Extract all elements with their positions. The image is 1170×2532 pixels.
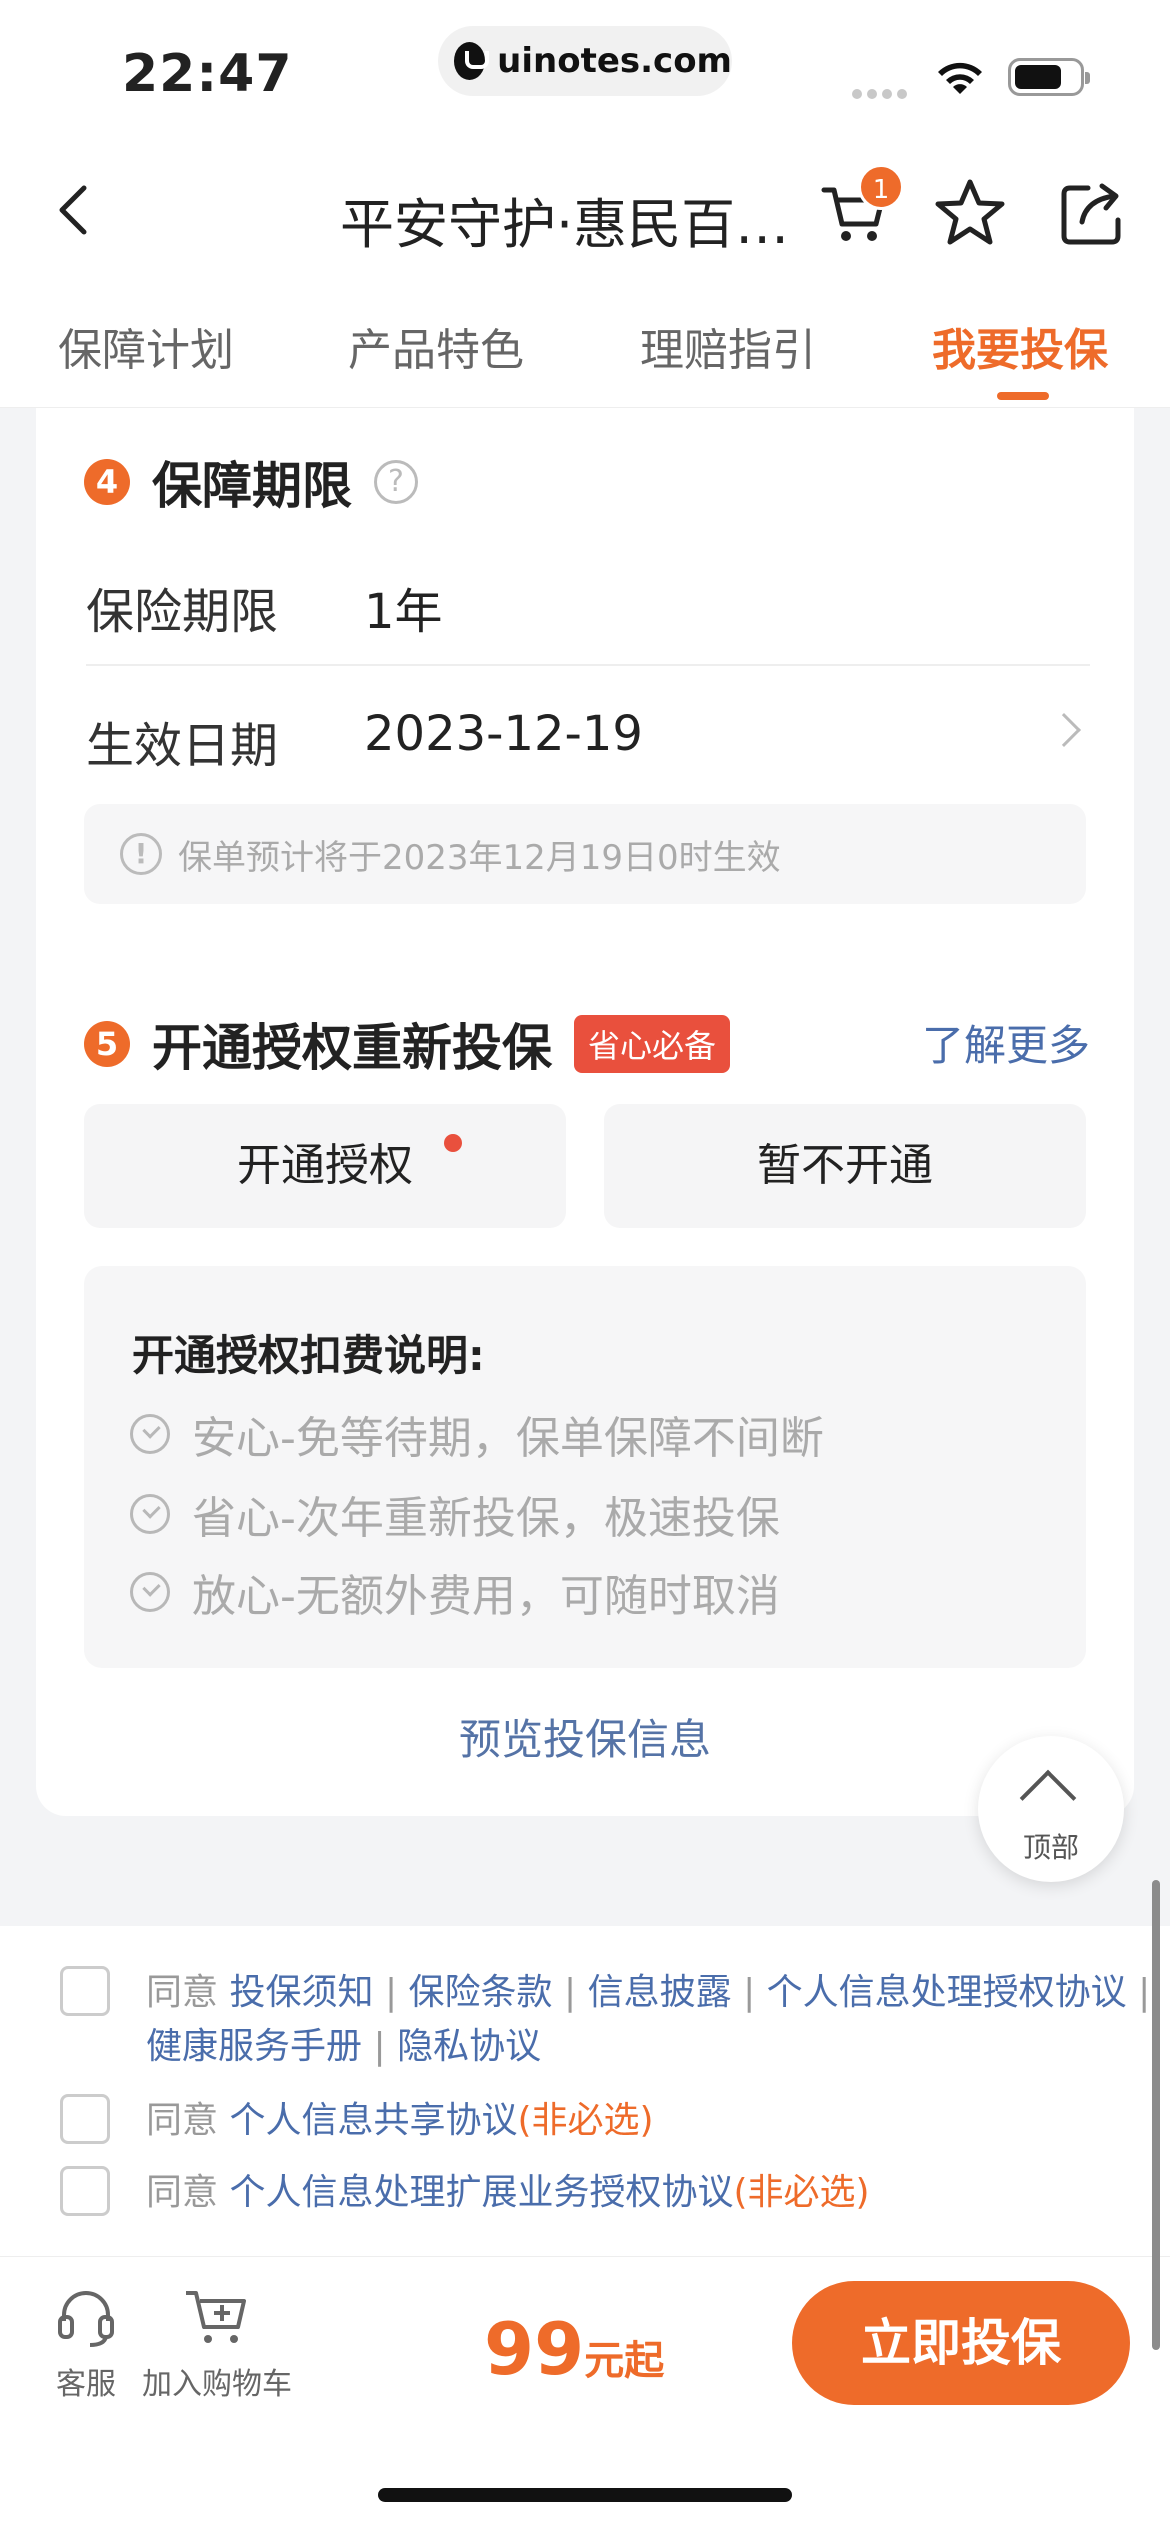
cart-count-badge: 1 bbox=[858, 164, 904, 210]
term-row: 保险期限 1年 bbox=[86, 536, 1090, 668]
notice-text: 保单预计将于2023年12月19日0时生效 bbox=[178, 837, 781, 878]
date-value: 2023-12-19 bbox=[364, 706, 643, 762]
enable-auth-label: 开通授权 bbox=[237, 1140, 413, 1191]
tab-features[interactable]: 产品特色 bbox=[348, 314, 524, 378]
agreement-row-extended: 同意 个人信息处理扩展业务授权协议(非必选) bbox=[60, 2166, 870, 2220]
share-agree-checkbox[interactable] bbox=[60, 2094, 110, 2144]
link-notice[interactable]: 投保须知 bbox=[229, 1972, 373, 2013]
date-label: 生效日期 bbox=[86, 718, 279, 774]
explanation-item: 放心-无额外费用，可随时取消 bbox=[130, 1560, 780, 1624]
tab-coverage-plan[interactable]: 保障计划 bbox=[58, 314, 234, 378]
active-tab-indicator bbox=[997, 392, 1049, 400]
extended-agree-checkbox[interactable] bbox=[60, 2166, 110, 2216]
help-icon[interactable]: ? bbox=[374, 460, 418, 504]
divider bbox=[86, 664, 1090, 666]
section-4-header: 4 保障期限 ? bbox=[84, 446, 418, 518]
section-title: 保障期限 bbox=[152, 457, 352, 515]
section-number: 5 bbox=[84, 1021, 130, 1067]
tab-apply[interactable]: 我要投保 bbox=[932, 314, 1108, 378]
explanation-title: 开通授权扣费说明: bbox=[132, 1331, 485, 1380]
link-privacy-policy[interactable]: 隐私协议 bbox=[397, 2026, 541, 2067]
link-health-manual[interactable]: 健康服务手册 bbox=[146, 2026, 362, 2067]
price-value: 99 bbox=[484, 2307, 585, 2391]
term-value: 1年 bbox=[364, 584, 443, 640]
check-circle-icon bbox=[130, 1414, 170, 1454]
back-to-top-button[interactable]: 顶部 bbox=[978, 1736, 1124, 1882]
site-logo-icon bbox=[454, 42, 490, 80]
explanation-item: 省心-次年重新投保，极速投保 bbox=[130, 1482, 780, 1546]
favorite-star-icon[interactable] bbox=[934, 176, 1006, 248]
auth-explanation: 开通授权扣费说明: 安心-免等待期，保单保障不间断 省心-次年重新投保，极速投保… bbox=[84, 1266, 1086, 1668]
battery-icon bbox=[1008, 58, 1090, 96]
back-arrow-icon[interactable] bbox=[46, 180, 106, 240]
section-number: 4 bbox=[84, 459, 130, 505]
tab-bar: 保障计划 产品特色 理赔指引 我要投保 bbox=[0, 280, 1170, 408]
link-privacy-auth[interactable]: 个人信息处理授权协议 bbox=[767, 1972, 1127, 2013]
url-text: uinotes.com bbox=[497, 41, 732, 81]
section-5-header: 5 开通授权重新投保 省心必备 bbox=[84, 1008, 731, 1080]
explanation-item: 安心-免等待期，保单保障不间断 bbox=[130, 1402, 824, 1466]
link-extended-auth[interactable]: 个人信息处理扩展业务授权协议 bbox=[229, 2172, 733, 2213]
agree-checkbox[interactable] bbox=[60, 1966, 110, 2016]
chevron-right-icon bbox=[1047, 713, 1081, 747]
url-pill[interactable]: uinotes.com bbox=[438, 26, 732, 96]
clock: 22:47 bbox=[122, 44, 293, 104]
headset-icon bbox=[58, 2291, 114, 2347]
tab-claims-guide[interactable]: 理赔指引 bbox=[640, 314, 816, 378]
agreements-panel: 同意 投保须知 | 保险条款 | 信息披露 | 个人信息处理授权协议 | 健康服… bbox=[0, 1926, 1170, 2256]
preview-info-link[interactable]: 预览投保信息 bbox=[36, 1706, 1134, 1767]
effective-date-row[interactable]: 生效日期 2023-12-19 bbox=[86, 670, 1090, 802]
link-info-share[interactable]: 个人信息共享协议 bbox=[229, 2100, 517, 2141]
red-dot-indicator bbox=[444, 1134, 462, 1152]
scrollbar[interactable] bbox=[1152, 1880, 1160, 2350]
recommend-tag: 省心必备 bbox=[574, 1015, 731, 1073]
form-card: 4 保障期限 ? 保险期限 1年 生效日期 2023-12-19 ! 保单预计将… bbox=[36, 408, 1134, 1816]
nav-bar: 平安守护·惠民百… 1 bbox=[0, 140, 1170, 280]
cart-add-icon bbox=[186, 2291, 246, 2343]
check-circle-icon bbox=[130, 1572, 170, 1612]
add-to-cart-button[interactable]: 加入购物车 bbox=[142, 2285, 292, 2403]
effective-notice: ! 保单预计将于2023年12月19日0时生效 bbox=[84, 804, 1086, 904]
learn-more-link[interactable]: 了解更多 bbox=[922, 1012, 1090, 1073]
price-unit: 元起 bbox=[584, 2338, 665, 2384]
agreement-row-main: 同意 投保须知 | 保险条款 | 信息披露 | 个人信息处理授权协议 | 健康服… bbox=[60, 1966, 1170, 2074]
skip-auth-button[interactable]: 暂不开通 bbox=[604, 1104, 1086, 1228]
home-indicator bbox=[378, 2488, 792, 2502]
cellular-signal-icon bbox=[852, 84, 912, 103]
chevron-up-icon bbox=[1019, 1769, 1077, 1827]
section-title: 开通授权重新投保 bbox=[152, 1019, 552, 1077]
back-to-top-label: 顶部 bbox=[1022, 1831, 1079, 1864]
customer-service-button[interactable]: 客服 bbox=[54, 2285, 118, 2403]
buy-now-button[interactable]: 立即投保 bbox=[792, 2281, 1130, 2405]
check-circle-icon bbox=[130, 1494, 170, 1534]
agreement-row-share: 同意 个人信息共享协议(非必选) bbox=[60, 2094, 654, 2148]
status-bar: 22:47 uinotes.com bbox=[0, 0, 1170, 140]
link-terms[interactable]: 保险条款 bbox=[409, 1972, 553, 2013]
page-title: 平安守护·惠民百… bbox=[340, 193, 790, 256]
price: 99元起 bbox=[484, 2307, 664, 2391]
link-disclosure[interactable]: 信息披露 bbox=[588, 1972, 732, 2013]
enable-auth-button[interactable]: 开通授权 bbox=[84, 1104, 566, 1228]
share-icon[interactable] bbox=[1058, 178, 1128, 248]
term-label: 保险期限 bbox=[86, 584, 279, 640]
info-icon: ! bbox=[120, 833, 162, 875]
wifi-icon bbox=[938, 62, 982, 94]
